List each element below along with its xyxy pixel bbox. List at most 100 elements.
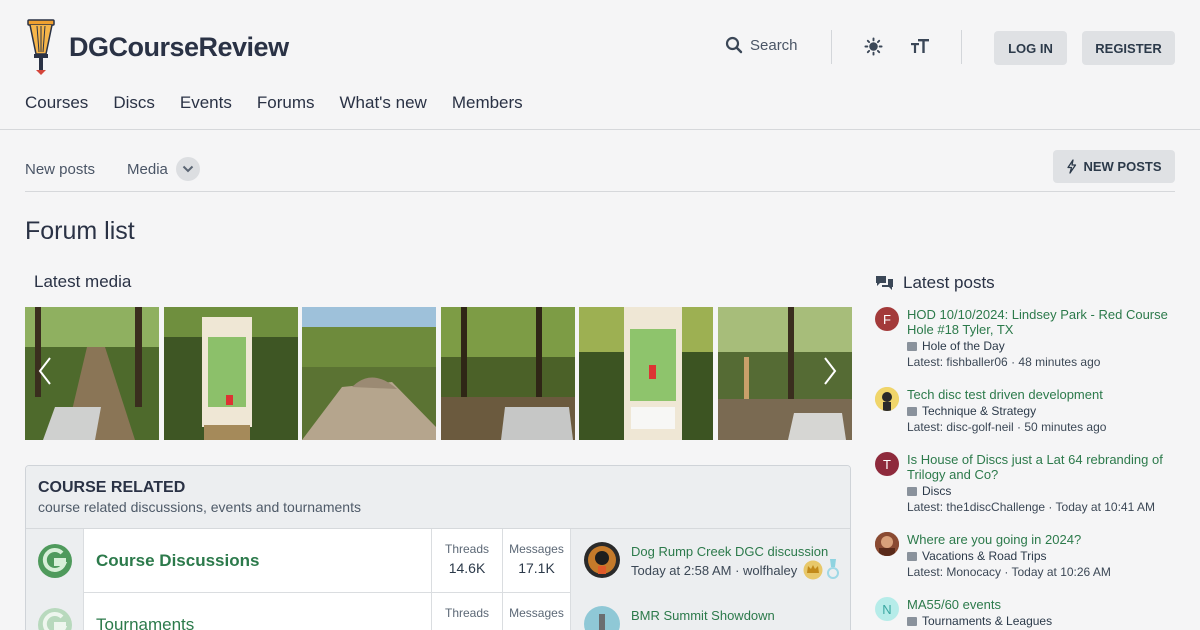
nav-discs[interactable]: Discs	[113, 93, 155, 113]
media-thumbnail[interactable]	[164, 307, 298, 440]
avatar[interactable]	[584, 606, 620, 630]
category-title[interactable]: COURSE RELATED	[38, 479, 838, 497]
threads-stat: Threads 14.6K	[431, 529, 502, 593]
nav-courses[interactable]: Courses	[25, 93, 88, 113]
media-dropdown-toggle[interactable]	[175, 157, 200, 181]
avatar[interactable]: F	[875, 307, 899, 331]
nav-members[interactable]: Members	[452, 93, 523, 113]
header-divider	[961, 30, 962, 64]
crown-badge-icon	[803, 560, 823, 580]
font-size-button[interactable]	[910, 37, 930, 61]
post-forum[interactable]: Technique & Strategy	[922, 404, 1036, 418]
post-latest[interactable]: Latest: fishballer06 · 48 minutes ago	[907, 355, 1175, 369]
post-title[interactable]: HOD 10/10/2024: Lindsey Park - Red Cours…	[907, 307, 1175, 337]
chevron-down-icon	[182, 165, 194, 173]
bolt-icon	[1067, 159, 1077, 174]
last-post-cell: Dog Rump Creek DGC discussion Today at 2…	[570, 529, 850, 593]
forum-icon	[907, 486, 917, 496]
media-thumbnail[interactable]	[441, 307, 575, 440]
last-post-cell: BMR Summit Showdown	[570, 593, 850, 630]
page-title: Forum list	[25, 217, 135, 245]
post-title[interactable]: Tech disc test driven development	[907, 387, 1175, 402]
post-title[interactable]: Where are you going in 2024?	[907, 532, 1175, 547]
media-thumbnail[interactable]	[302, 307, 436, 440]
threads-stat: Threads	[431, 593, 502, 630]
subnav-new-posts[interactable]: New posts	[25, 161, 95, 178]
avatar[interactable]	[875, 532, 899, 556]
forum-row: Course Discussions Threads 14.6K Message…	[26, 529, 850, 593]
new-posts-button[interactable]: NEW POSTS	[1053, 150, 1175, 183]
login-button[interactable]: LOG IN	[994, 31, 1067, 65]
new-posts-button-label: NEW POSTS	[1083, 159, 1162, 174]
threads-label: Threads	[444, 606, 490, 620]
search-label: Search	[750, 36, 798, 54]
avatar-image	[588, 546, 616, 574]
medal-badge-icon	[827, 559, 839, 579]
threads-label: Threads	[444, 542, 490, 556]
post-forum[interactable]: Tournaments & Leagues	[922, 614, 1052, 628]
post-title[interactable]: Is House of Discs just a Lat 64 rebrandi…	[907, 452, 1175, 482]
media-thumbnail[interactable]	[579, 307, 713, 440]
category-header[interactable]: COURSE RELATED course related discussion…	[26, 466, 850, 529]
site-header: DGCourseReview Search LOG IN REGISTER Co…	[0, 0, 1200, 130]
category-description: course related discussions, events and t…	[38, 499, 361, 515]
post-latest[interactable]: Latest: Monocacy · Today at 10:26 AM	[907, 565, 1175, 579]
forum-icon-cell	[26, 529, 84, 593]
search-button[interactable]: Search	[725, 36, 798, 54]
messages-stat: Messages 17.1K	[502, 529, 570, 593]
avatar[interactable]: T	[875, 452, 899, 476]
post-forum[interactable]: Vacations & Road Trips	[922, 549, 1047, 563]
chevron-right-icon	[824, 357, 837, 385]
forum-title[interactable]: Tournaments	[96, 615, 194, 630]
threads-count: 14.6K	[448, 560, 486, 576]
messages-stat: Messages	[502, 593, 570, 630]
last-post-title[interactable]: Dog Rump Creek DGC discussion	[631, 544, 828, 559]
forum-unread-icon	[38, 544, 72, 578]
forum-category-course-related: COURSE RELATED course related discussion…	[25, 465, 851, 630]
fairway-photo	[302, 307, 436, 440]
brand-name: DGCourseReview	[69, 31, 289, 62]
post-latest[interactable]: Latest: disc-golf-neil · 50 minutes ago	[907, 420, 1175, 434]
divider	[25, 191, 1175, 192]
disc-basket-logo-icon	[27, 19, 55, 75]
avatar[interactable]	[584, 542, 620, 578]
carousel-next-button[interactable]	[822, 356, 838, 391]
carousel-prev-button[interactable]	[37, 356, 53, 391]
post-latest[interactable]: Latest: the1discChallenge · Today at 10:…	[907, 500, 1175, 514]
hole-sign-photo	[164, 307, 298, 440]
forum-row: Tournaments Threads Messages BMR Summit …	[26, 593, 850, 630]
forum-icon	[907, 551, 917, 561]
forum-icon	[907, 616, 917, 626]
comments-icon	[876, 275, 893, 290]
text-size-icon	[911, 39, 929, 53]
messages-label: Messages	[509, 606, 564, 620]
main-nav: Courses Discs Events Forums What's new M…	[25, 93, 548, 113]
latest-media-title: Latest media	[34, 272, 132, 291]
forum-icon	[907, 341, 917, 351]
sub-nav: New posts Media	[25, 157, 200, 181]
last-post-meta[interactable]: Today at 2:58 AM · wolfhaley	[631, 563, 797, 578]
post-forum[interactable]: Discs	[922, 484, 951, 498]
nav-events[interactable]: Events	[180, 93, 232, 113]
site-logo[interactable]: DGCourseReview	[25, 18, 289, 76]
messages-label: Messages	[509, 542, 564, 556]
last-post-title[interactable]: BMR Summit Showdown	[631, 608, 775, 623]
forum-icon-cell	[26, 593, 84, 630]
messages-count: 17.1K	[518, 560, 555, 576]
latest-posts-title: Latest posts	[903, 273, 995, 292]
nav-forums[interactable]: Forums	[257, 93, 315, 113]
forum-title[interactable]: Course Discussions	[96, 551, 259, 571]
nav-whats-new[interactable]: What's new	[339, 93, 426, 113]
avatar-image	[599, 614, 605, 630]
forum-read-icon	[38, 608, 72, 630]
course-map-photo	[579, 307, 713, 440]
post-forum[interactable]: Hole of the Day	[922, 339, 1005, 353]
sun-icon	[864, 37, 883, 56]
subnav-media[interactable]: Media	[127, 161, 168, 178]
register-button[interactable]: REGISTER	[1082, 31, 1175, 65]
header-divider	[831, 30, 832, 64]
avatar[interactable]: N	[875, 597, 899, 621]
post-title[interactable]: MA55/60 events	[907, 597, 1175, 612]
theme-toggle-button[interactable]	[864, 37, 883, 61]
avatar[interactable]	[875, 387, 899, 411]
